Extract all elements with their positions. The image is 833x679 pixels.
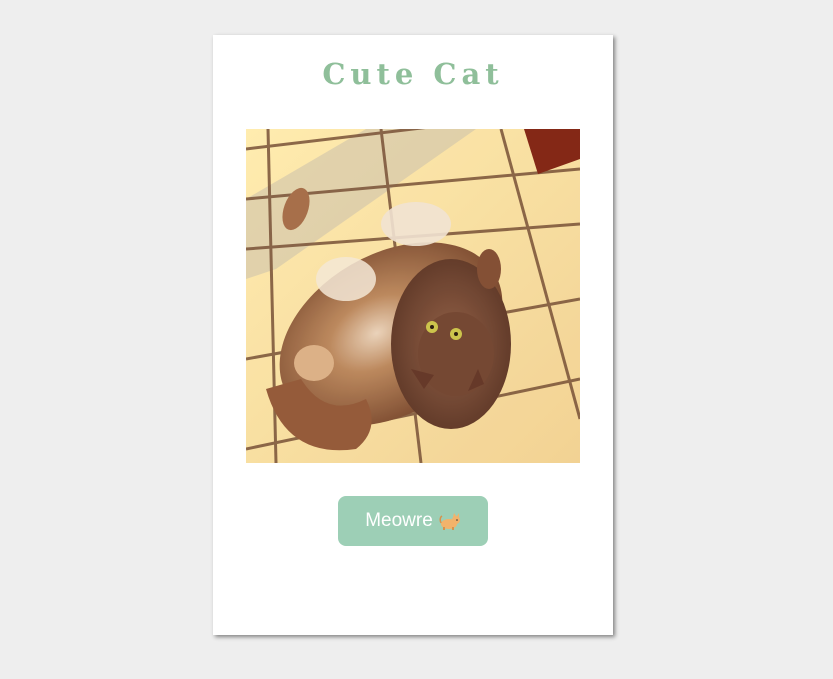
cat-emoji-icon — [439, 512, 461, 530]
card-title: Cute Cat — [322, 57, 504, 91]
cat-photo-image — [246, 129, 580, 463]
cat-card: Cute Cat Meowre — [213, 35, 613, 635]
cat-photo — [246, 129, 580, 463]
meowre-button[interactable]: Meowre — [338, 496, 488, 546]
meowre-button-label: Meowre — [365, 510, 433, 531]
